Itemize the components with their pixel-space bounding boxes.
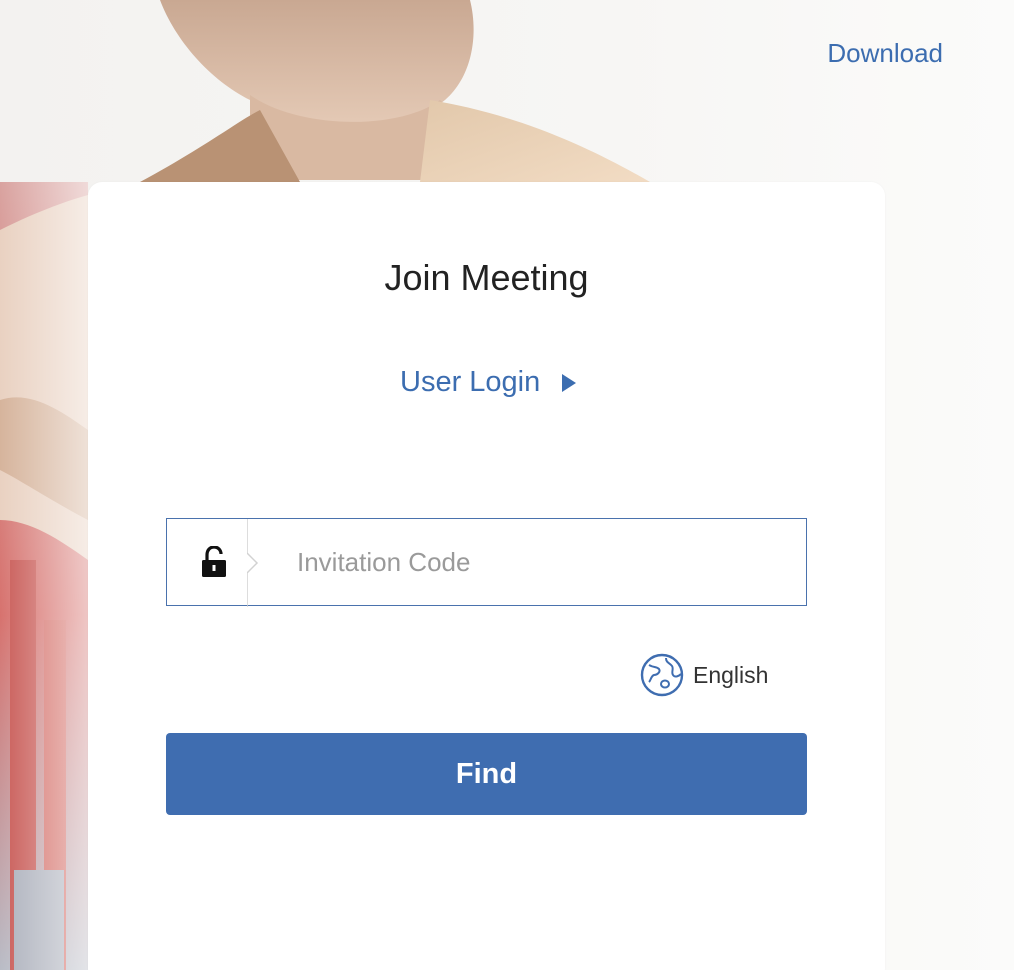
language-label: English [693,661,769,688]
page-title: Join Meeting [384,257,589,298]
user-login-label: User Login [400,366,541,398]
field-divider [247,519,259,607]
globe-icon [640,653,684,697]
play-triangle-icon [562,373,577,392]
login-page: Download Join Meeting User Login Invitat… [0,0,1014,970]
language-selector[interactable]: English [639,652,768,698]
lock-icon-box [167,519,261,607]
download-link[interactable]: Download [827,38,943,69]
user-login-link[interactable]: User Login [400,366,577,399]
unlocked-padlock-icon [202,546,226,577]
join-meeting-card: Join Meeting User Login Invitation Code … [88,182,885,970]
find-button[interactable]: Find [166,733,807,815]
invitation-code-input[interactable] [261,519,806,605]
invitation-code-field [166,518,807,607]
